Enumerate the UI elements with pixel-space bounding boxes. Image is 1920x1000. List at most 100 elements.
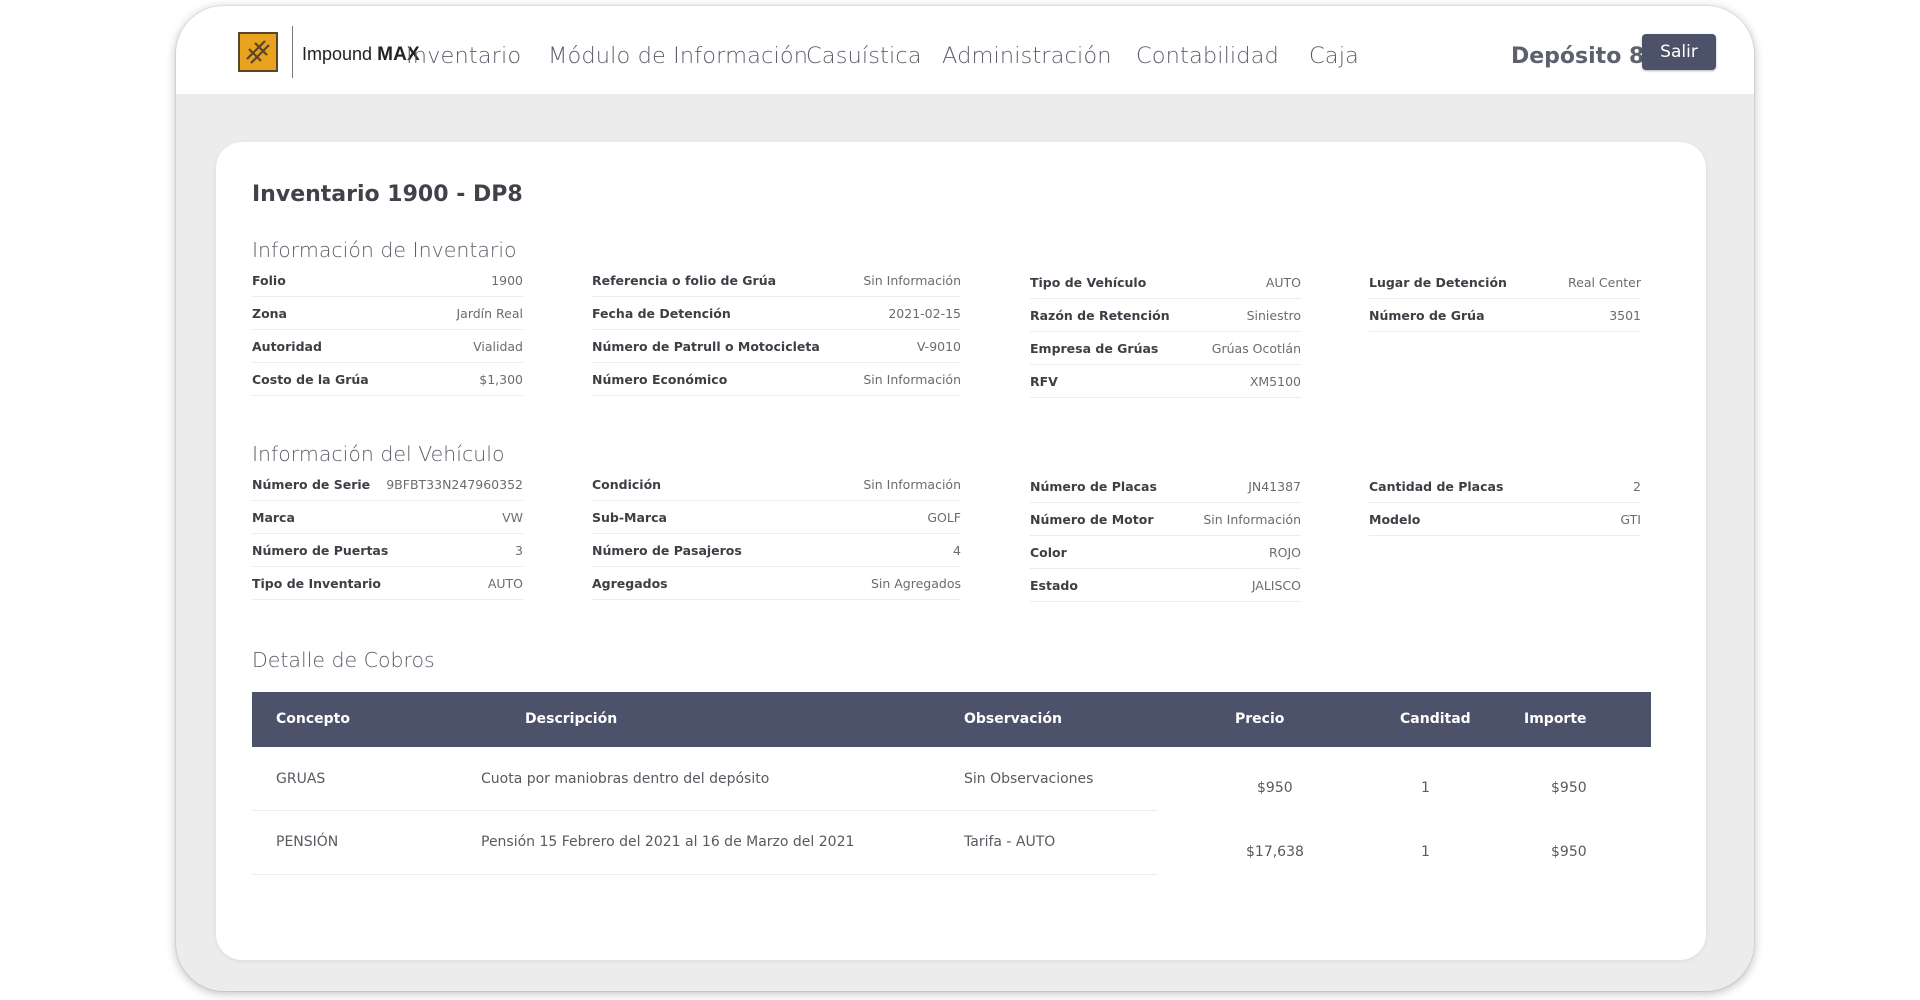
field-value: JALISCO (1251, 577, 1301, 593)
field-label: Zona (252, 305, 287, 321)
field-numero-placas: Número de Placas JN41387 (1030, 470, 1301, 503)
field-label: Número de Pasajeros (592, 542, 742, 558)
field-value: 2021-02-15 (888, 305, 961, 321)
field-label: Modelo (1369, 511, 1421, 527)
field-label: Fecha de Detención (592, 305, 731, 321)
th-importe[interactable]: Importe (1524, 711, 1587, 727)
field-referencia-grua: Referencia o folio de Grúa Sin Informaci… (592, 264, 961, 297)
field-value: AUTO (487, 575, 523, 591)
field-label: Sub-Marca (592, 509, 667, 525)
field-color: Color ROJO (1030, 536, 1301, 569)
nav-administracion[interactable]: Administración (942, 43, 1112, 69)
field-label: Lugar de Detención (1369, 274, 1507, 290)
field-label: Empresa de Grúas (1030, 340, 1159, 356)
row-divider (252, 810, 1157, 811)
nav-modulo-informacion[interactable]: Módulo de Información (548, 43, 808, 69)
cell-descripcion: Pensión 15 Febrero del 2021 al 16 de Mar… (481, 834, 855, 850)
cell-concepto: PENSIÓN (276, 834, 339, 850)
field-autoridad: Autoridad Vialidad (252, 330, 523, 363)
field-zona: Zona Jardín Real (252, 297, 523, 330)
cell-cantidad: 1 (1421, 844, 1430, 860)
field-label: Estado (1030, 577, 1078, 593)
field-value: GOLF (927, 509, 961, 525)
th-concepto[interactable]: Concepto (276, 711, 350, 727)
field-label: Folio (252, 272, 286, 288)
charges-table-header: Concepto Descripción Observación Precio … (252, 692, 1651, 747)
field-value: Sin Información (863, 476, 961, 492)
field-marca: Marca VW (252, 501, 523, 534)
field-value: 3501 (1609, 307, 1641, 323)
field-costo-grua: Costo de la Grúa $1,300 (252, 363, 523, 396)
cell-precio: $950 (1257, 780, 1293, 796)
field-rfv: RFV XM5100 (1030, 365, 1301, 398)
field-value: GTI (1620, 511, 1641, 527)
field-label: Condición (592, 476, 662, 492)
field-sub-marca: Sub-Marca GOLF (592, 501, 961, 534)
field-value: 4 (953, 542, 961, 558)
impound-max-logo-icon[interactable] (238, 32, 278, 72)
field-agregados: Agregados Sin Agregados (592, 567, 961, 600)
field-value: Vialidad (473, 338, 523, 354)
field-label: Marca (252, 509, 295, 525)
field-fecha-detencion: Fecha de Detención 2021-02-15 (592, 297, 961, 330)
field-label: Color (1030, 544, 1067, 560)
field-lugar-detencion: Lugar de Detención Real Center (1369, 266, 1641, 299)
field-label: Número de Grúa (1369, 307, 1485, 323)
cell-concepto: GRUAS (276, 771, 326, 787)
field-numero-economico: Número Económico Sin Información (592, 363, 961, 396)
field-value: Sin Agregados (870, 575, 961, 591)
field-label: Número de Motor (1030, 511, 1154, 527)
nav-contabilidad[interactable]: Contabilidad (1136, 43, 1279, 69)
logout-button[interactable]: Salir (1642, 34, 1716, 70)
nav-casuistica[interactable]: Casuística (806, 43, 922, 69)
cell-importe: $950 (1551, 780, 1587, 796)
field-value: V-9010 (916, 338, 961, 354)
field-value: AUTO (1265, 274, 1301, 290)
th-descripcion[interactable]: Descripción (525, 711, 617, 727)
th-precio[interactable]: Precio (1235, 711, 1284, 727)
field-value: Sin Información (1203, 511, 1301, 527)
cell-observacion: Sin Observaciones (964, 771, 1094, 787)
brand-name[interactable]: Impound MAX (302, 44, 420, 66)
field-empresa-gruas: Empresa de Grúas Grúas Ocotlán (1030, 332, 1301, 365)
th-observacion[interactable]: Observación (964, 711, 1062, 727)
field-value: Sin Información (863, 272, 961, 288)
th-cantidad[interactable]: Canditad (1400, 711, 1471, 727)
field-value: Jardín Real (456, 305, 523, 321)
field-label: Referencia o folio de Grúa (592, 272, 777, 288)
logo-divider (292, 26, 293, 78)
field-value: Grúas Ocotlán (1211, 340, 1301, 356)
field-value: Real Center (1568, 274, 1641, 290)
field-value: VW (502, 509, 523, 525)
page-title: Inventario 1900 - DP8 (252, 182, 523, 207)
field-label: RFV (1030, 373, 1058, 389)
field-label: Número de Puertas (252, 542, 389, 558)
app-window: Impound MAX Inventario Módulo de Informa… (176, 6, 1754, 991)
field-value: 2 (1633, 478, 1641, 494)
field-value: 3 (515, 542, 523, 558)
brand-name-light: Impound (302, 44, 373, 64)
field-label: Autoridad (252, 338, 322, 354)
nav-caja[interactable]: Caja (1309, 43, 1359, 69)
field-label: Número de Placas (1030, 478, 1157, 494)
depot-label: Depósito 8 (1511, 44, 1645, 69)
field-numero-motor: Número de Motor Sin Información (1030, 503, 1301, 536)
field-numero-grua: Número de Grúa 3501 (1369, 299, 1641, 332)
field-numero-serie: Número de Serie 9BFBT33N247960352 (252, 468, 523, 501)
field-label: Número de Serie (252, 476, 371, 492)
inventory-section-title: Información de Inventario (252, 238, 517, 262)
field-estado: Estado JALISCO (1030, 569, 1301, 602)
field-modelo: Modelo GTI (1369, 503, 1641, 536)
field-value: Sin Información (863, 371, 961, 387)
field-condicion: Condición Sin Información (592, 468, 961, 501)
field-label: Tipo de Inventario (252, 575, 381, 591)
nav-inventario[interactable]: Inventario (406, 43, 521, 69)
vehicle-section-title: Información del Vehículo (252, 442, 505, 466)
field-cantidad-placas: Cantidad de Placas 2 (1369, 470, 1641, 503)
field-numero-patrulla: Número de Patrull o Motocicleta V-9010 (592, 330, 961, 363)
field-folio: Folio 1900 (252, 264, 523, 297)
cell-observacion: Tarifa - AUTO (964, 834, 1056, 850)
field-label: Agregados (592, 575, 668, 591)
cell-descripcion: Cuota por maniobras dentro del depósito (481, 771, 770, 787)
field-label: Costo de la Grúa (252, 371, 369, 387)
